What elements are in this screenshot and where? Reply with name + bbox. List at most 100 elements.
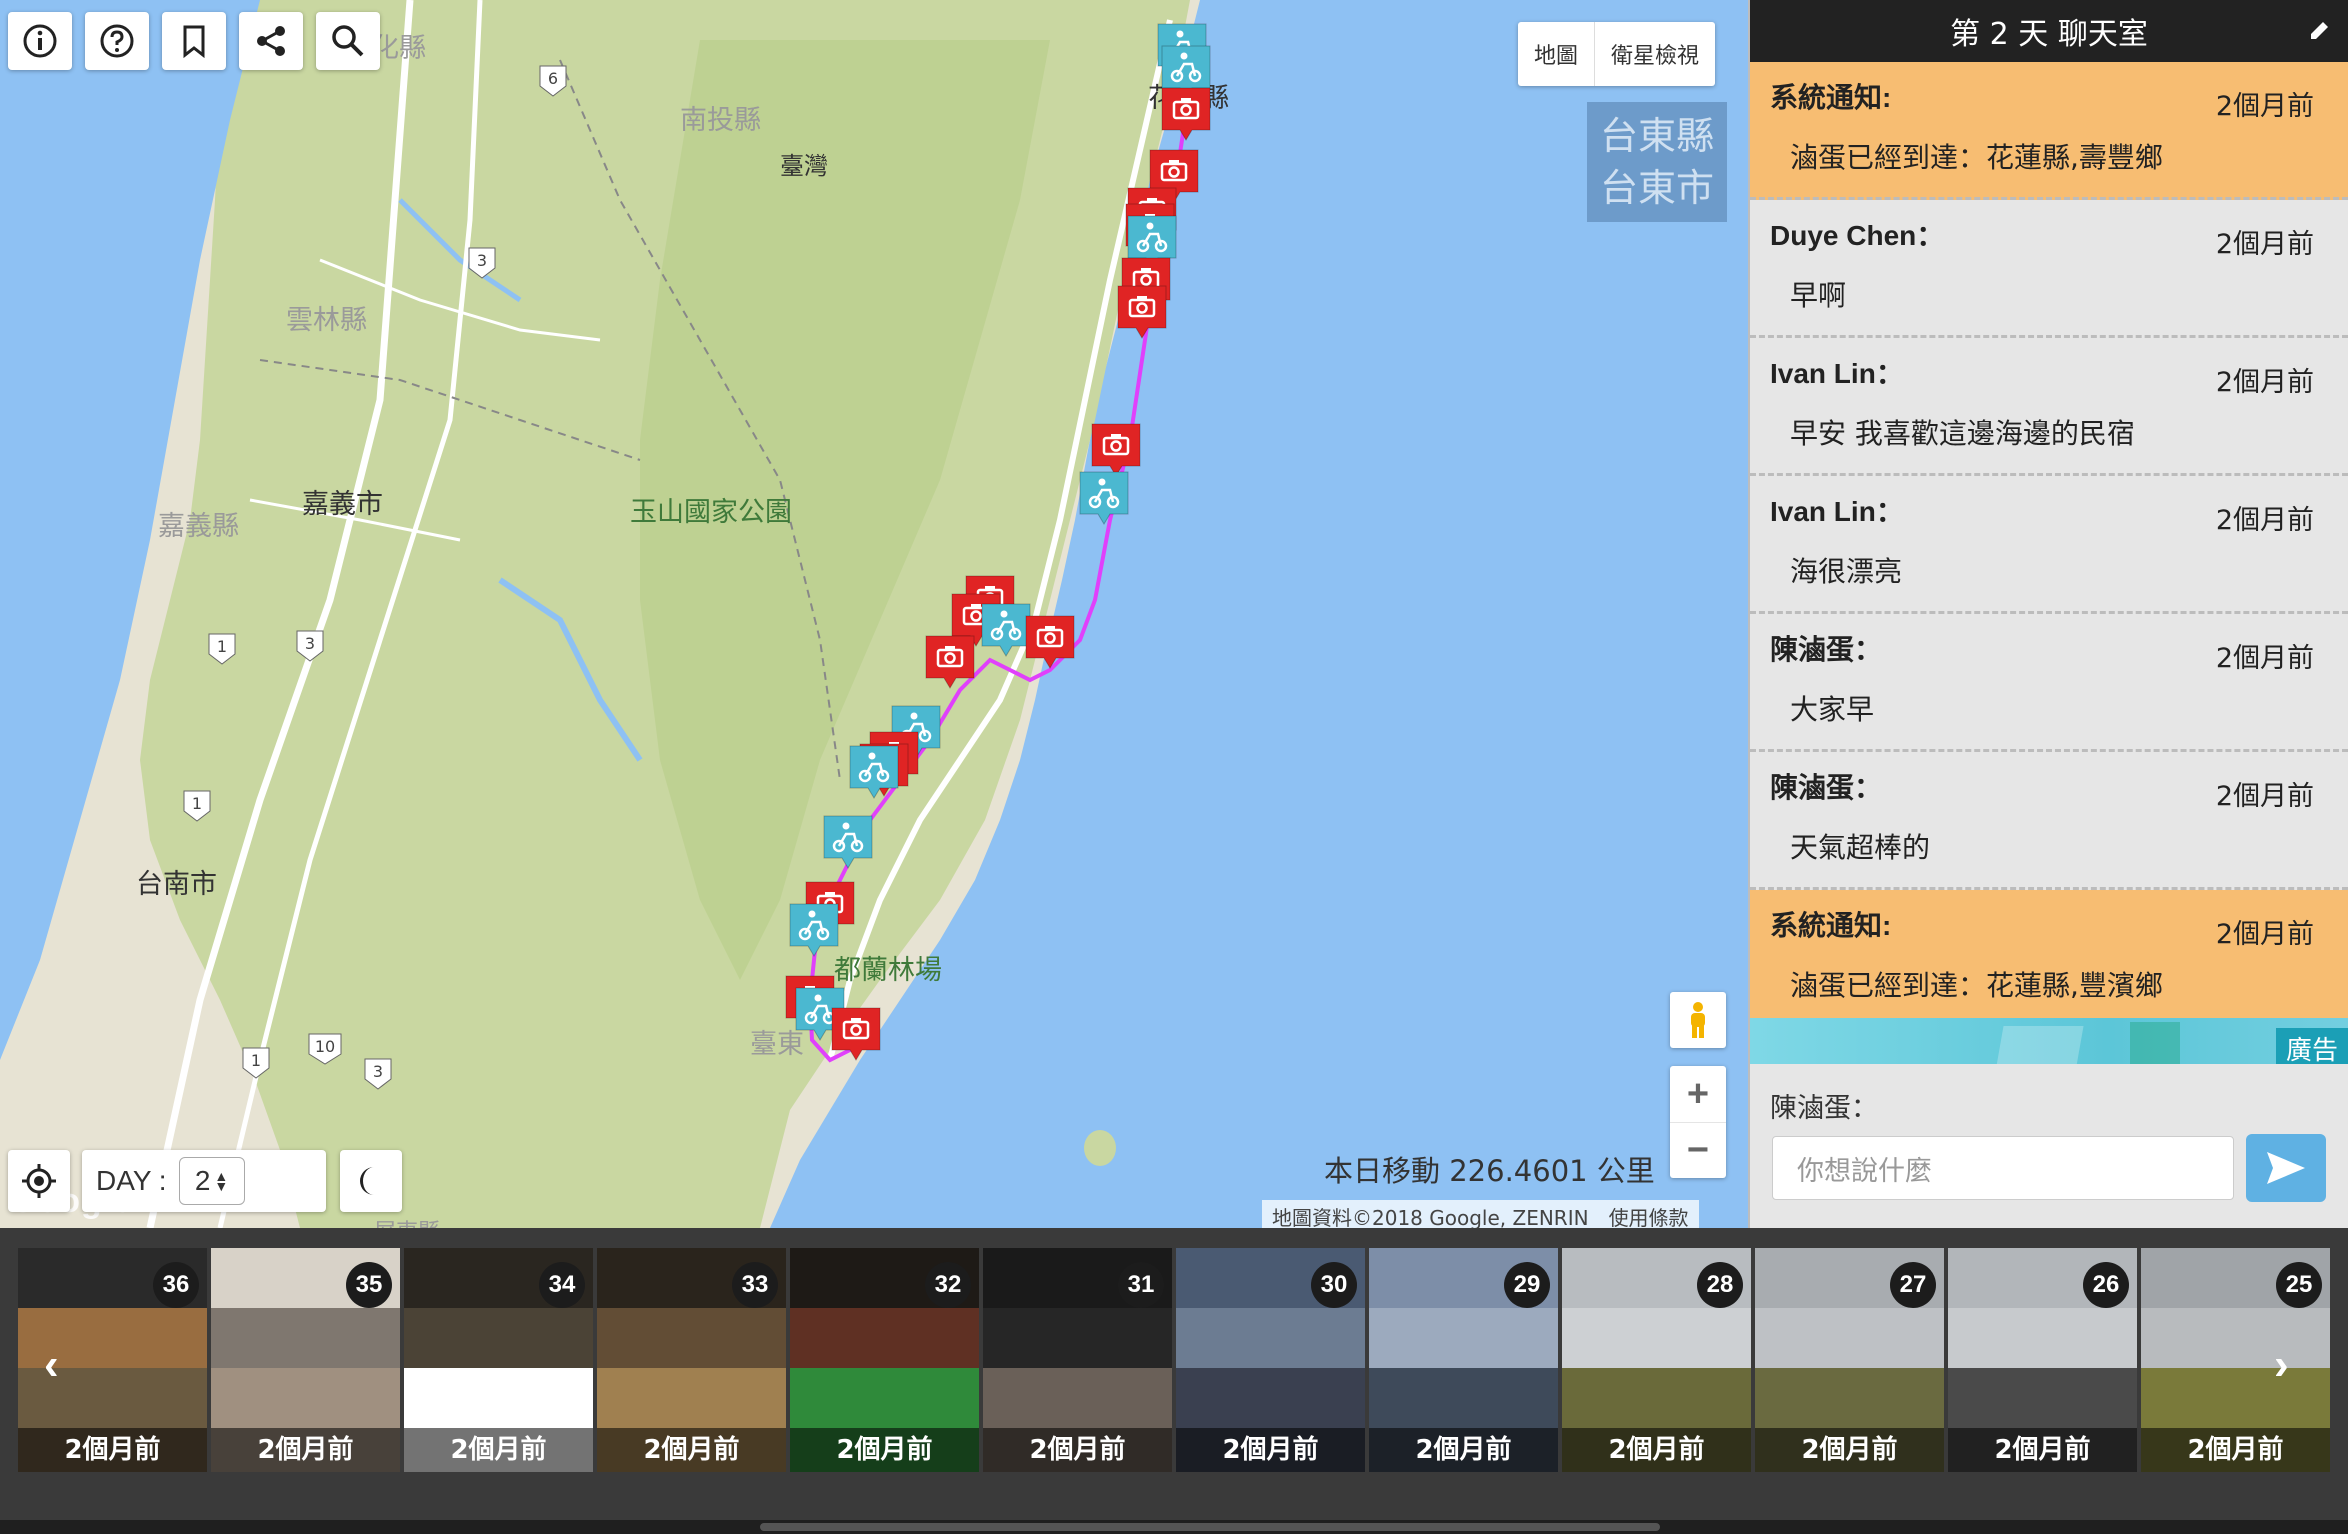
photo-time: 2個月前 xyxy=(211,1428,400,1472)
next-photos-button[interactable]: › xyxy=(2274,1340,2289,1390)
map-canvas[interactable]: 6 3 1 3 1 1 10 3 化縣 南投縣 臺灣 雲林縣 嘉義市 嘉義縣 玉… xyxy=(0,0,1748,1228)
photo-time: 2個月前 xyxy=(2141,1428,2330,1472)
photo-time: 2個月前 xyxy=(1755,1428,1944,1472)
photo-thumbnail[interactable]: 33 2個月前 xyxy=(597,1248,786,1472)
chat-message: 陳滷蛋： 2個月前 天氣超棒的 xyxy=(1750,752,2348,890)
photo-time: 2個月前 xyxy=(983,1428,1172,1472)
attribution-text: 地圖資料©2018 Google, ZENRIN xyxy=(1272,1206,1589,1228)
message-text: 早啊 xyxy=(1790,279,1847,312)
photo-number: 30 xyxy=(1311,1262,1357,1308)
photo-time: 2個月前 xyxy=(790,1428,979,1472)
zoom-control: + − xyxy=(1670,1066,1726,1178)
photo-number: 33 xyxy=(732,1262,778,1308)
camera-marker[interactable] xyxy=(831,1007,881,1061)
moon-icon xyxy=(360,1167,374,1195)
message-list[interactable]: 系統通知: 2個月前 滷蛋已經到達：花蓮縣,壽豐鄉 Duye Chen： 2個月前 早啊 I… xyxy=(1750,62,2348,1028)
photo-time: 2個月前 xyxy=(597,1428,786,1472)
search-button[interactable] xyxy=(316,12,380,70)
photo-time: 2個月前 xyxy=(404,1428,593,1472)
camera-marker[interactable] xyxy=(1117,285,1167,339)
message-input[interactable]: 你想說什麼 xyxy=(1772,1136,2234,1200)
ad-banner[interactable]: 廣告 xyxy=(1750,1018,2348,1064)
marker-layer xyxy=(785,23,1211,1061)
photo-thumbnail[interactable]: 25 2個月前 xyxy=(2141,1248,2330,1472)
scooter-marker[interactable] xyxy=(1079,471,1129,525)
day-selector: DAY : 2 ▲ ▼ xyxy=(82,1150,326,1212)
photo-thumbnail[interactable]: 34 2個月前 xyxy=(404,1248,593,1472)
camera-marker[interactable] xyxy=(1161,87,1211,141)
photo-time: 2個月前 xyxy=(18,1428,207,1472)
photo-time: 2個月前 xyxy=(1562,1428,1751,1472)
send-icon xyxy=(2267,1152,2305,1184)
message-time: 2個月前 xyxy=(2215,919,2314,950)
ad-graphic xyxy=(1996,1026,2084,1064)
region-city: 台東市 xyxy=(1599,166,1714,210)
scooter-marker[interactable] xyxy=(823,815,873,869)
map-type-roadmap[interactable]: 地圖 xyxy=(1518,22,1594,86)
chat-message: Duye Chen： 2個月前 早啊 xyxy=(1750,200,2348,338)
message-text: 天氣超棒的 xyxy=(1790,831,1931,864)
region-label: 台東縣 台東市 xyxy=(1587,102,1727,222)
photo-time: 2個月前 xyxy=(1948,1428,2137,1472)
share-button[interactable] xyxy=(239,12,303,70)
ad-label: 廣告 xyxy=(2275,1028,2348,1064)
photo-strip: 36 2個月前 35 2個月前 34 2個月前 33 2個月前 32 2個月前 31 2個月前 30 2個… xyxy=(0,1228,2348,1534)
trip-map-app: 6 3 1 3 1 1 10 3 化縣 南投縣 臺灣 雲林縣 嘉義市 嘉義縣 玉… xyxy=(0,0,2348,1534)
chat-message: Ivan Lin： 2個月前 海很漂亮 xyxy=(1750,476,2348,614)
map-type-control: 地圖 衛星檢視 xyxy=(1518,22,1716,86)
chat-message: Ivan Lin： 2個月前 早安 我喜歡這邊海邊的民宿 xyxy=(1750,338,2348,476)
night-mode-button[interactable] xyxy=(340,1150,402,1212)
photo-number: 32 xyxy=(925,1262,971,1308)
message-time: 2個月前 xyxy=(2215,781,2314,812)
photo-number: 36 xyxy=(153,1262,199,1308)
terms-link[interactable]: 使用條款 xyxy=(1609,1202,1689,1228)
street-view-pegman[interactable] xyxy=(1670,992,1726,1048)
crosshair-icon xyxy=(22,1164,56,1198)
photo-number: 29 xyxy=(1504,1262,1550,1308)
zoom-in-button[interactable]: + xyxy=(1670,1066,1726,1122)
message-time: 2個月前 xyxy=(2215,91,2314,122)
message-text: 海很漂亮 xyxy=(1790,555,1903,588)
camera-marker[interactable] xyxy=(1091,423,1141,477)
system-message: 系統通知: 2個月前 滷蛋已經到達：花蓮縣,壽豐鄉 xyxy=(1750,62,2348,200)
send-button[interactable] xyxy=(2246,1134,2326,1202)
edit-icon[interactable] xyxy=(2308,18,2332,42)
photo-thumbnail[interactable]: 27 2個月前 xyxy=(1755,1248,1944,1472)
photo-thumbnail[interactable]: 31 2個月前 xyxy=(983,1248,1172,1472)
camera-marker[interactable] xyxy=(1025,615,1075,669)
map-type-satellite[interactable]: 衛星檢視 xyxy=(1594,22,1715,86)
photo-thumbnail[interactable]: 35 2個月前 xyxy=(211,1248,400,1472)
photo-thumbnail[interactable]: 32 2個月前 xyxy=(790,1248,979,1472)
photo-thumbnail[interactable]: 28 2個月前 xyxy=(1562,1248,1751,1472)
photo-number: 25 xyxy=(2276,1262,2322,1308)
bookmark-button[interactable] xyxy=(162,12,226,70)
day-select[interactable]: 2 ▲ ▼ xyxy=(178,1157,245,1205)
camera-marker[interactable] xyxy=(925,635,975,689)
info-button[interactable] xyxy=(8,12,72,70)
photo-thumbnail[interactable]: 30 2個月前 xyxy=(1176,1248,1365,1472)
help-button[interactable] xyxy=(85,12,149,70)
chat-panel: 第 2 天 聊天室 系統通知: 2個月前 滷蛋已經到達：花蓮縣,壽豐鄉 Duye Ch… xyxy=(1748,0,2348,1228)
photo-thumbnail[interactable]: 29 2個月前 xyxy=(1369,1248,1558,1472)
chat-message: 陳滷蛋： 2個月前 大家早 xyxy=(1750,614,2348,752)
zoom-out-button[interactable]: − xyxy=(1670,1122,1726,1178)
map-attribution: 地圖資料©2018 Google, ZENRIN 使用條款 xyxy=(1262,1200,1699,1228)
photo-number: 35 xyxy=(346,1262,392,1308)
scooter-marker[interactable] xyxy=(789,903,839,957)
message-time: 2個月前 xyxy=(2215,367,2314,398)
photo-number: 28 xyxy=(1697,1262,1743,1308)
day-value: 2 xyxy=(194,1165,211,1196)
prev-photos-button[interactable]: ‹ xyxy=(44,1340,59,1390)
scrollbar-thumb[interactable] xyxy=(760,1523,1660,1531)
photo-scrollbar[interactable] xyxy=(0,1520,2348,1534)
stepper-arrows-icon: ▲ ▼ xyxy=(214,1168,229,1194)
message-time: 2個月前 xyxy=(2215,229,2314,260)
scooter-marker[interactable] xyxy=(849,745,899,799)
photo-number: 27 xyxy=(1890,1262,1936,1308)
ad-graphic xyxy=(2130,1022,2180,1064)
scooter-marker[interactable] xyxy=(981,603,1031,657)
photo-thumbnail[interactable]: 26 2個月前 xyxy=(1948,1248,2137,1472)
my-location-button[interactable] xyxy=(8,1150,70,1212)
composer-username: 陳滷蛋： xyxy=(1770,1093,1878,1124)
photo-time: 2個月前 xyxy=(1369,1428,1558,1472)
